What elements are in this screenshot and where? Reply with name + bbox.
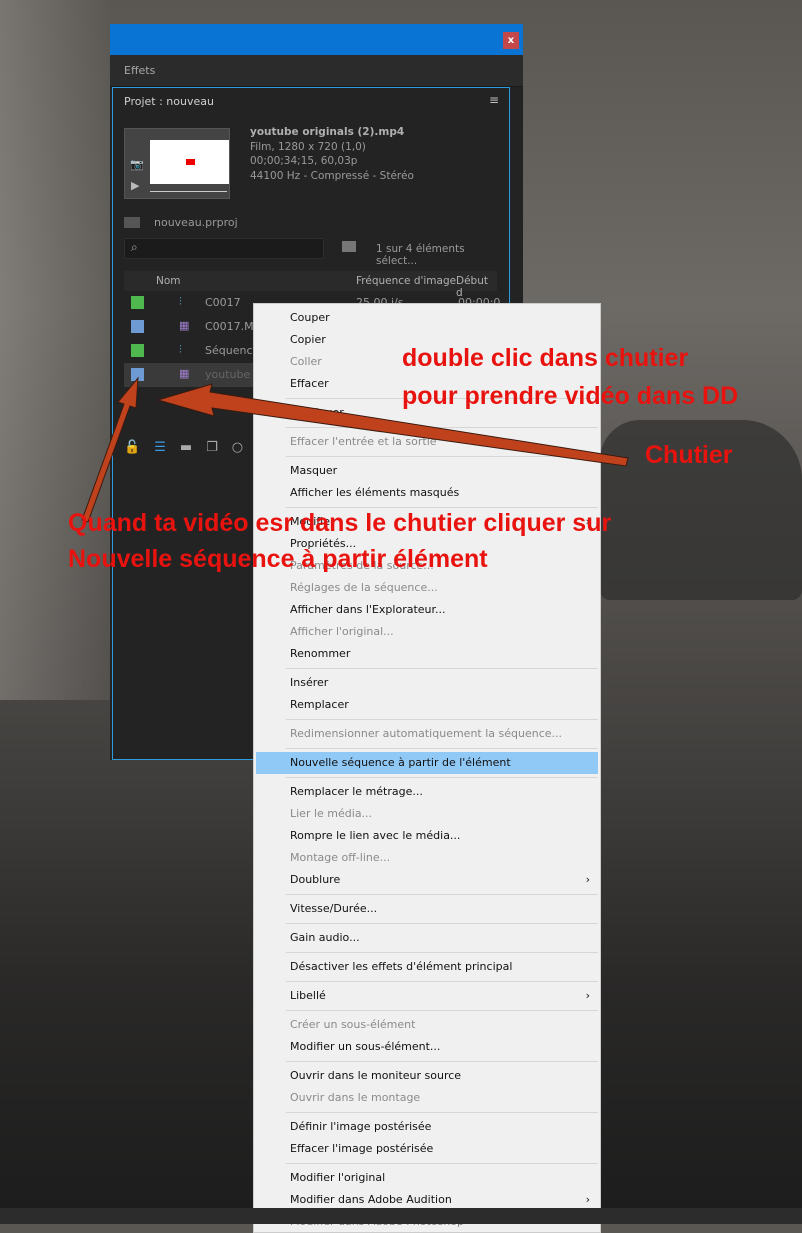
annotation-instruction-2: Nouvelle séquence à partir élément	[68, 545, 488, 573]
annotation-arrows	[81, 376, 629, 523]
arrow-thumb	[81, 376, 139, 523]
annotation-chutier: Chutier	[645, 441, 733, 469]
annotation-instruction-1: Quand ta vidéo esr dans le chutier cliqu…	[68, 509, 612, 537]
annotation-take-video: pour prendre vidéo dans DD	[402, 382, 739, 410]
annotation-double-click: double clic dans chutier	[402, 344, 689, 372]
